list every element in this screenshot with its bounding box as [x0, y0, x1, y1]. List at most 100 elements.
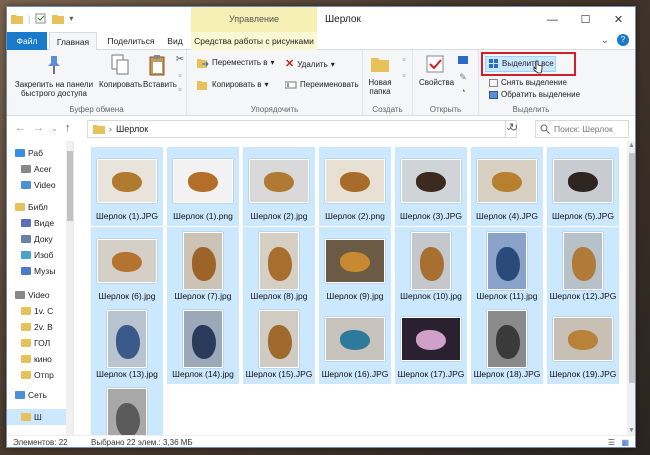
folder-icon[interactable] — [11, 13, 23, 24]
nav-item[interactable]: Video — [7, 287, 73, 303]
refresh-button[interactable]: ↻ — [505, 120, 521, 138]
file-view-scrollbar-thumb[interactable] — [629, 153, 635, 383]
back-button[interactable]: ← — [15, 122, 26, 134]
details-view-icon[interactable]: ☰ — [608, 436, 615, 447]
new-folder-button[interactable]: Новая папка — [365, 54, 395, 97]
recent-locations-button[interactable]: ⌄ — [51, 124, 58, 133]
search-input[interactable]: Поиск: Шерлок — [535, 120, 629, 138]
cut-button[interactable]: ✂ — [175, 54, 185, 66]
minimize-button[interactable]: — — [536, 7, 569, 32]
pin-quick-access-button[interactable]: Закрепить на панели быстрого доступа — [11, 54, 97, 99]
file-item[interactable]: Шерлок (18).JPG — [471, 305, 543, 384]
dog-photo-subject — [112, 172, 142, 192]
rename-label: Переименовать — [300, 80, 359, 90]
new-item-button[interactable]: ▫ — [399, 54, 409, 64]
file-thumbnail-area — [171, 231, 235, 291]
nav-item[interactable]: Доку — [7, 231, 73, 247]
paste-shortcut-button[interactable]: ▫ — [175, 84, 185, 94]
new-folder-icon[interactable] — [52, 13, 65, 24]
file-item[interactable]: Шерлок (2).png — [319, 147, 391, 226]
file-item[interactable]: Шерлок (3).JPG — [395, 147, 467, 226]
help-icon[interactable]: ? — [617, 34, 629, 46]
nav-item[interactable]: Раб — [7, 145, 73, 161]
file-item[interactable]: Шерлок (15).JPG — [243, 305, 315, 384]
file-item[interactable]: Шерлок (10).jpg — [395, 227, 467, 306]
select-all-button[interactable]: Выделить все — [485, 56, 556, 72]
tab-picture-tools[interactable]: Средства работы с рисунками — [191, 32, 317, 50]
file-item[interactable]: Шерлок (16).JPG — [319, 305, 391, 384]
nav-item[interactable]: Библ — [7, 199, 73, 215]
move-to-button[interactable]: Переместить в ▾ — [197, 58, 275, 68]
file-item[interactable]: Шерлок (4).JPG — [471, 147, 543, 226]
history-button[interactable]: ◔ — [457, 86, 469, 96]
tab-share[interactable]: Поделиться — [101, 32, 161, 50]
documents-icon — [21, 235, 31, 243]
file-item[interactable]: Шерлок (2).jpg — [243, 147, 315, 226]
large-icons-view-icon[interactable]: ▦ — [621, 436, 629, 447]
file-item[interactable]: Шерлок (1).JPG — [91, 147, 163, 226]
file-item[interactable]: Шерлок (8).jpg — [243, 227, 315, 306]
tab-home[interactable]: Главная — [49, 32, 97, 51]
file-item[interactable]: Шерлок (13).jpg — [91, 305, 163, 384]
up-button[interactable]: ↑ — [65, 122, 71, 134]
file-item[interactable]: Шерлок (1).png — [167, 147, 239, 226]
copy-path-button[interactable]: ▫ — [175, 70, 185, 80]
file-item[interactable]: Шерлок (7).jpg — [167, 227, 239, 306]
file-item[interactable]: Шерлок (17).JPG — [395, 305, 467, 384]
maximize-button[interactable]: ☐ — [569, 7, 602, 32]
easy-access-button[interactable]: ▫ — [399, 70, 409, 80]
nav-item[interactable]: Музы — [7, 263, 73, 279]
nav-item[interactable]: Ш — [7, 409, 73, 425]
deselect-icon — [489, 78, 498, 87]
scroll-down-icon[interactable]: ▼ — [628, 427, 635, 434]
file-item[interactable] — [91, 383, 163, 435]
nav-item[interactable]: Video — [7, 177, 73, 193]
file-item[interactable]: Шерлок (6).jpg — [91, 227, 163, 306]
open-button[interactable] — [457, 56, 469, 66]
tab-view[interactable]: Вид — [163, 32, 187, 50]
nav-scrollbar-thumb[interactable] — [67, 151, 73, 221]
copy-to-button[interactable]: Копировать в ▾ — [197, 80, 269, 90]
nav-item[interactable]: 2v. B — [7, 319, 73, 335]
breadcrumb-current[interactable]: Шерлок — [116, 124, 148, 134]
edit-button[interactable]: ✎ — [457, 72, 469, 82]
copy-button[interactable]: Копировать — [99, 54, 142, 89]
nav-item[interactable]: Отпр — [7, 367, 73, 383]
close-button[interactable]: ✕ — [602, 7, 635, 32]
nav-item[interactable]: 1v. C — [7, 303, 73, 319]
dog-photo-subject — [420, 247, 444, 281]
file-name: Шерлок (3).JPG — [399, 211, 463, 221]
file-item[interactable]: Шерлок (14).jpg — [167, 305, 239, 384]
deselect-button[interactable]: Снять выделение — [489, 78, 567, 87]
select-all-icon — [489, 59, 498, 68]
nav-item[interactable]: кино — [7, 351, 73, 367]
tab-file[interactable]: Файл — [7, 32, 47, 50]
file-item[interactable]: Шерлок (19).JPG — [547, 305, 619, 384]
file-item[interactable]: Шерлок (5).JPG — [547, 147, 619, 226]
qat-dropdown-icon[interactable]: ▾ — [69, 14, 73, 23]
nav-item[interactable]: Сеть — [7, 387, 73, 403]
rename-button[interactable]: Переименовать — [285, 80, 359, 90]
forward-button[interactable]: → — [33, 122, 44, 134]
file-view-scrollbar[interactable]: ▲ ▼ — [627, 141, 635, 435]
folder-icon — [21, 355, 31, 363]
properties-button[interactable]: Свойства — [419, 54, 454, 87]
nav-item[interactable]: ГОЛ — [7, 335, 73, 351]
nav-scrollbar[interactable] — [66, 141, 73, 435]
address-bar[interactable]: › Шерлок ⌄ — [87, 120, 517, 138]
search-placeholder: Поиск: Шерлок — [554, 124, 613, 134]
paste-button[interactable]: Вставить — [143, 54, 177, 89]
folder-icon — [21, 413, 31, 421]
file-item[interactable]: Шерлок (12).JPG — [547, 227, 619, 306]
nav-item[interactable]: Изоб — [7, 247, 73, 263]
file-item[interactable]: Шерлок (9).jpg — [319, 227, 391, 306]
breadcrumb-separator-icon[interactable]: › — [109, 124, 112, 134]
nav-item[interactable]: Виде — [7, 215, 73, 231]
properties-icon[interactable] — [35, 13, 47, 24]
invert-selection-button[interactable]: Обратить выделение — [489, 90, 580, 99]
scroll-up-icon[interactable]: ▲ — [628, 142, 635, 149]
chevron-down-icon[interactable]: ⌄ — [601, 35, 609, 46]
nav-item[interactable]: Acer — [7, 161, 73, 177]
delete-button[interactable]: ✕ Удалить ▾ — [285, 58, 335, 71]
file-item[interactable]: Шерлок (11).jpg — [471, 227, 543, 306]
